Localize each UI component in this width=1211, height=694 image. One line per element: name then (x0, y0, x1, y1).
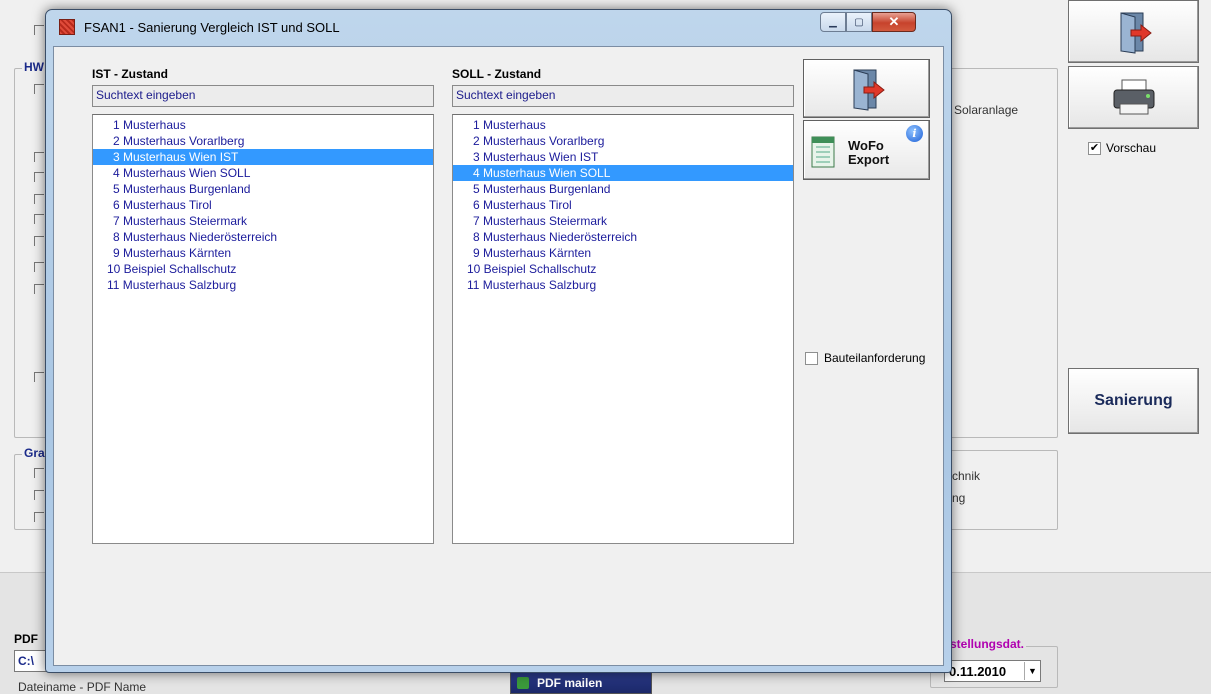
bg-checkbox[interactable] (34, 284, 44, 294)
close-icon: ✕ (888, 14, 900, 29)
erstellungsdatum-label: stellungsdat. (948, 637, 1027, 651)
maximize-button[interactable]: ▢ (846, 12, 872, 32)
list-item[interactable]: 5 Musterhaus Burgenland (93, 181, 433, 197)
list-item[interactable]: 9 Musterhaus Kärnten (453, 245, 793, 261)
print-button[interactable] (1068, 66, 1199, 129)
wofo-export-button[interactable]: WoFo Export i (803, 120, 930, 180)
date-dropdown[interactable]: 0.11.2010 ▼ (944, 660, 1041, 682)
ist-listbox[interactable]: 1 Musterhaus 2 Musterhaus Vorarlberg 3 Mus… (92, 114, 434, 544)
list-item[interactable]: 4 Musterhaus Wien SOLL (453, 165, 793, 181)
check-mark-icon: ✔ (1089, 141, 1100, 154)
list-item[interactable]: 10 Beispiel Schallschutz (93, 261, 433, 277)
bg-checkbox[interactable] (34, 512, 44, 522)
soll-listbox[interactable]: 1 Musterhaus 2 Musterhaus Vorarlberg 3 Mus… (452, 114, 794, 544)
list-item[interactable]: 2 Musterhaus Vorarlberg (453, 133, 793, 149)
bg-checkbox[interactable] (34, 84, 44, 94)
list-item[interactable]: 3 Musterhaus Wien IST (453, 149, 793, 165)
window-controls: ▁ ▢ ✕ (820, 12, 916, 34)
bg-checkbox[interactable] (34, 236, 44, 246)
dialog-titlebar[interactable]: FSAN1 - Sanierung Vergleich IST und SOLL… (46, 10, 951, 46)
dialog-client-area: IST - Zustand Suchtext eingeben 1 Muster… (53, 46, 944, 666)
chevron-down-icon[interactable]: ▼ (1024, 662, 1040, 680)
technik-label: chnik (952, 469, 981, 483)
close-button[interactable]: ✕ (872, 12, 916, 32)
bg-checkbox[interactable] (34, 214, 44, 224)
list-item[interactable]: 11 Musterhaus Salzburg (453, 277, 793, 293)
exit-button[interactable] (1068, 0, 1199, 63)
exit-door-icon (1120, 11, 1152, 54)
app-icon (59, 19, 75, 35)
pdf-mailen-label: PDF mailen (537, 676, 603, 690)
vorschau-option[interactable]: ✔ Vorschau (1088, 141, 1156, 155)
list-item[interactable]: 11 Musterhaus Salzburg (93, 277, 433, 293)
bauteilanforderung-option[interactable]: Bauteilanforderung (805, 351, 925, 365)
bauteilanforderung-checkbox[interactable] (805, 351, 818, 365)
wofo-export-label-1: WoFo (848, 138, 884, 153)
date-value: 0.11.2010 (949, 663, 1007, 679)
bg-checkbox[interactable] (34, 194, 44, 204)
bg-checkbox[interactable] (34, 152, 44, 162)
ist-search-input[interactable]: Suchtext eingeben (92, 85, 434, 107)
bg-checkbox[interactable] (34, 372, 44, 382)
maximize-icon: ▢ (854, 16, 864, 28)
list-item[interactable]: 4 Musterhaus Wien SOLL (93, 165, 433, 181)
group-gr-title: Gra (22, 446, 47, 460)
wofo-export-label-2: Export (848, 152, 890, 167)
minimize-icon: ▁ (829, 16, 837, 28)
solar-label: Solaranlage (954, 103, 1019, 117)
sanierung-button[interactable]: Sanierung (1068, 368, 1199, 434)
list-item[interactable]: 5 Musterhaus Burgenland (453, 181, 793, 197)
dialog-exit-button[interactable] (803, 59, 930, 118)
bg-checkbox[interactable] (34, 172, 44, 182)
list-item[interactable]: 10 Beispiel Schallschutz (453, 261, 793, 277)
exit-door-icon (853, 68, 885, 111)
mail-icon (517, 677, 529, 689)
list-item[interactable]: 9 Musterhaus Kärnten (93, 245, 433, 261)
list-item[interactable]: 7 Musterhaus Steiermark (93, 213, 433, 229)
list-item[interactable]: 3 Musterhaus Wien IST (93, 149, 433, 165)
list-item[interactable]: 8 Musterhaus Niederösterreich (93, 229, 433, 245)
ist-label: IST - Zustand (92, 67, 168, 81)
list-item[interactable]: 6 Musterhaus Tirol (453, 197, 793, 213)
bg-checkbox[interactable] (34, 468, 44, 478)
list-item[interactable]: 1 Musterhaus (453, 117, 793, 133)
dialog-title: FSAN1 - Sanierung Vergleich IST und SOLL (84, 20, 340, 35)
pdf-mailen-button[interactable]: PDF mailen (510, 672, 652, 694)
group-hw-title: HW (22, 60, 46, 74)
list-item[interactable]: 7 Musterhaus Steiermark (453, 213, 793, 229)
list-item[interactable]: 8 Musterhaus Niederösterreich (453, 229, 793, 245)
info-icon[interactable]: i (906, 125, 923, 142)
list-item[interactable]: 2 Musterhaus Vorarlberg (93, 133, 433, 149)
soll-search-input[interactable]: Suchtext eingeben (452, 85, 794, 107)
pdf-label: PDF (14, 632, 38, 646)
bg-checkbox[interactable] (34, 490, 44, 500)
minimize-button[interactable]: ▁ (820, 12, 846, 32)
wofo-export-icon (811, 136, 835, 168)
bg-checkbox[interactable] (34, 262, 44, 272)
dateiname-label: Dateiname - PDF Name (18, 680, 147, 694)
list-item[interactable]: 6 Musterhaus Tirol (93, 197, 433, 213)
bauteilanforderung-label: Bauteilanforderung (824, 351, 926, 365)
vorschau-label: Vorschau (1106, 141, 1157, 155)
bg-checkbox[interactable] (34, 25, 44, 35)
soll-label: SOLL - Zustand (452, 67, 542, 81)
list-item[interactable]: 1 Musterhaus (93, 117, 433, 133)
vorschau-checkbox[interactable]: ✔ (1088, 141, 1101, 155)
sanierung-dialog: FSAN1 - Sanierung Vergleich IST und SOLL… (45, 9, 952, 673)
technik-label-2: ng (952, 491, 966, 505)
printer-icon (1113, 79, 1154, 114)
sanierung-button-label: Sanierung (1094, 392, 1173, 409)
